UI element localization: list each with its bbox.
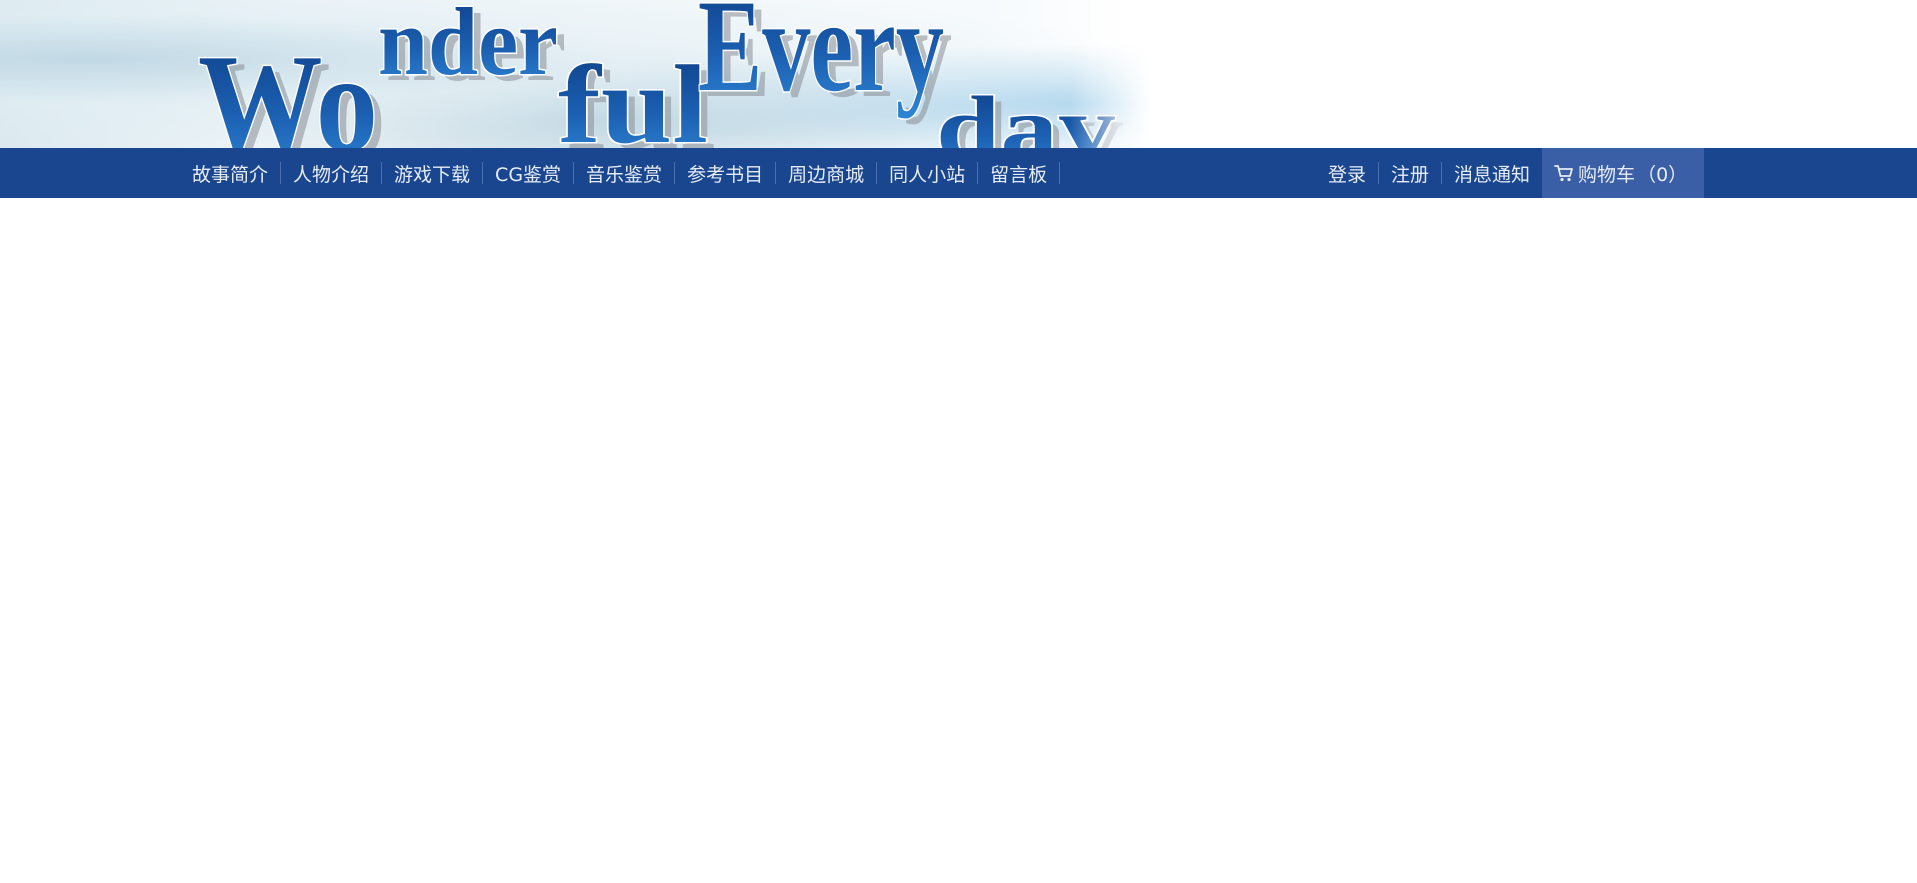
- logo-word-wo: Wo: [198, 26, 378, 148]
- login-label: 登录: [1328, 163, 1367, 186]
- nav-user-menu: 登录 注册 消息通知 购物车 （0）: [1316, 148, 1705, 198]
- nav-item-label: 同人小站: [889, 163, 966, 186]
- register-label: 注册: [1391, 163, 1430, 186]
- cart-count: （0）: [1637, 163, 1688, 186]
- notifications-link[interactable]: 消息通知: [1442, 148, 1542, 198]
- main-content-area: [0, 198, 1917, 883]
- banner-logo[interactable]: Wo nder ful Every day Wo nder ful Every …: [0, 0, 1150, 148]
- logo-wonderful-everyday: Wo nder ful Every day Wo nder ful Every …: [197, 0, 1125, 148]
- cart-icon: [1554, 163, 1574, 183]
- nav-item-label: 故事简介: [192, 163, 269, 186]
- main-nav-bar: 故事简介 人物介绍 游戏下载 CG鉴赏 音乐鉴赏 参考书目 周边商城 同人小站: [0, 148, 1917, 198]
- nav-item-fan-site[interactable]: 同人小站: [877, 148, 979, 198]
- nav-item-download[interactable]: 游戏下载: [382, 148, 484, 198]
- logo-word-every: Every: [698, 0, 944, 119]
- login-link[interactable]: 登录: [1316, 148, 1380, 198]
- logo-word-nder: nder: [378, 0, 558, 95]
- nav-item-cg-gallery[interactable]: CG鉴赏: [483, 148, 575, 198]
- nav-item-label: 周边商城: [788, 163, 865, 186]
- notifications-label: 消息通知: [1454, 163, 1531, 186]
- nav-item-label: 游戏下载: [394, 163, 471, 186]
- nav-item-bibliography[interactable]: 参考书目: [675, 148, 777, 198]
- nav-item-music[interactable]: 音乐鉴赏: [574, 148, 676, 198]
- nav-item-label: 留言板: [990, 163, 1048, 186]
- logo-word-ful: ful: [558, 43, 708, 148]
- nav-item-label: 参考书目: [687, 163, 764, 186]
- nav-item-shop[interactable]: 周边商城: [776, 148, 878, 198]
- nav-item-label: 人物介绍: [293, 163, 370, 186]
- register-link[interactable]: 注册: [1379, 148, 1443, 198]
- logo-word-day: day: [936, 79, 1116, 148]
- site-banner: Wo nder ful Every day Wo nder ful Every …: [0, 0, 1917, 148]
- cart-button[interactable]: 购物车 （0）: [1542, 148, 1705, 198]
- nav-item-story[interactable]: 故事简介: [180, 148, 282, 198]
- nav-item-label: 音乐鉴赏: [586, 163, 663, 186]
- cart-label: 购物车: [1578, 163, 1636, 186]
- nav-primary-menu: 故事简介 人物介绍 游戏下载 CG鉴赏 音乐鉴赏 参考书目 周边商城 同人小站: [180, 148, 1061, 198]
- nav-item-message-board[interactable]: 留言板: [978, 148, 1061, 198]
- nav-item-label: CG鉴赏: [495, 163, 562, 186]
- nav-separator: [1059, 162, 1061, 184]
- nav-item-characters[interactable]: 人物介绍: [281, 148, 383, 198]
